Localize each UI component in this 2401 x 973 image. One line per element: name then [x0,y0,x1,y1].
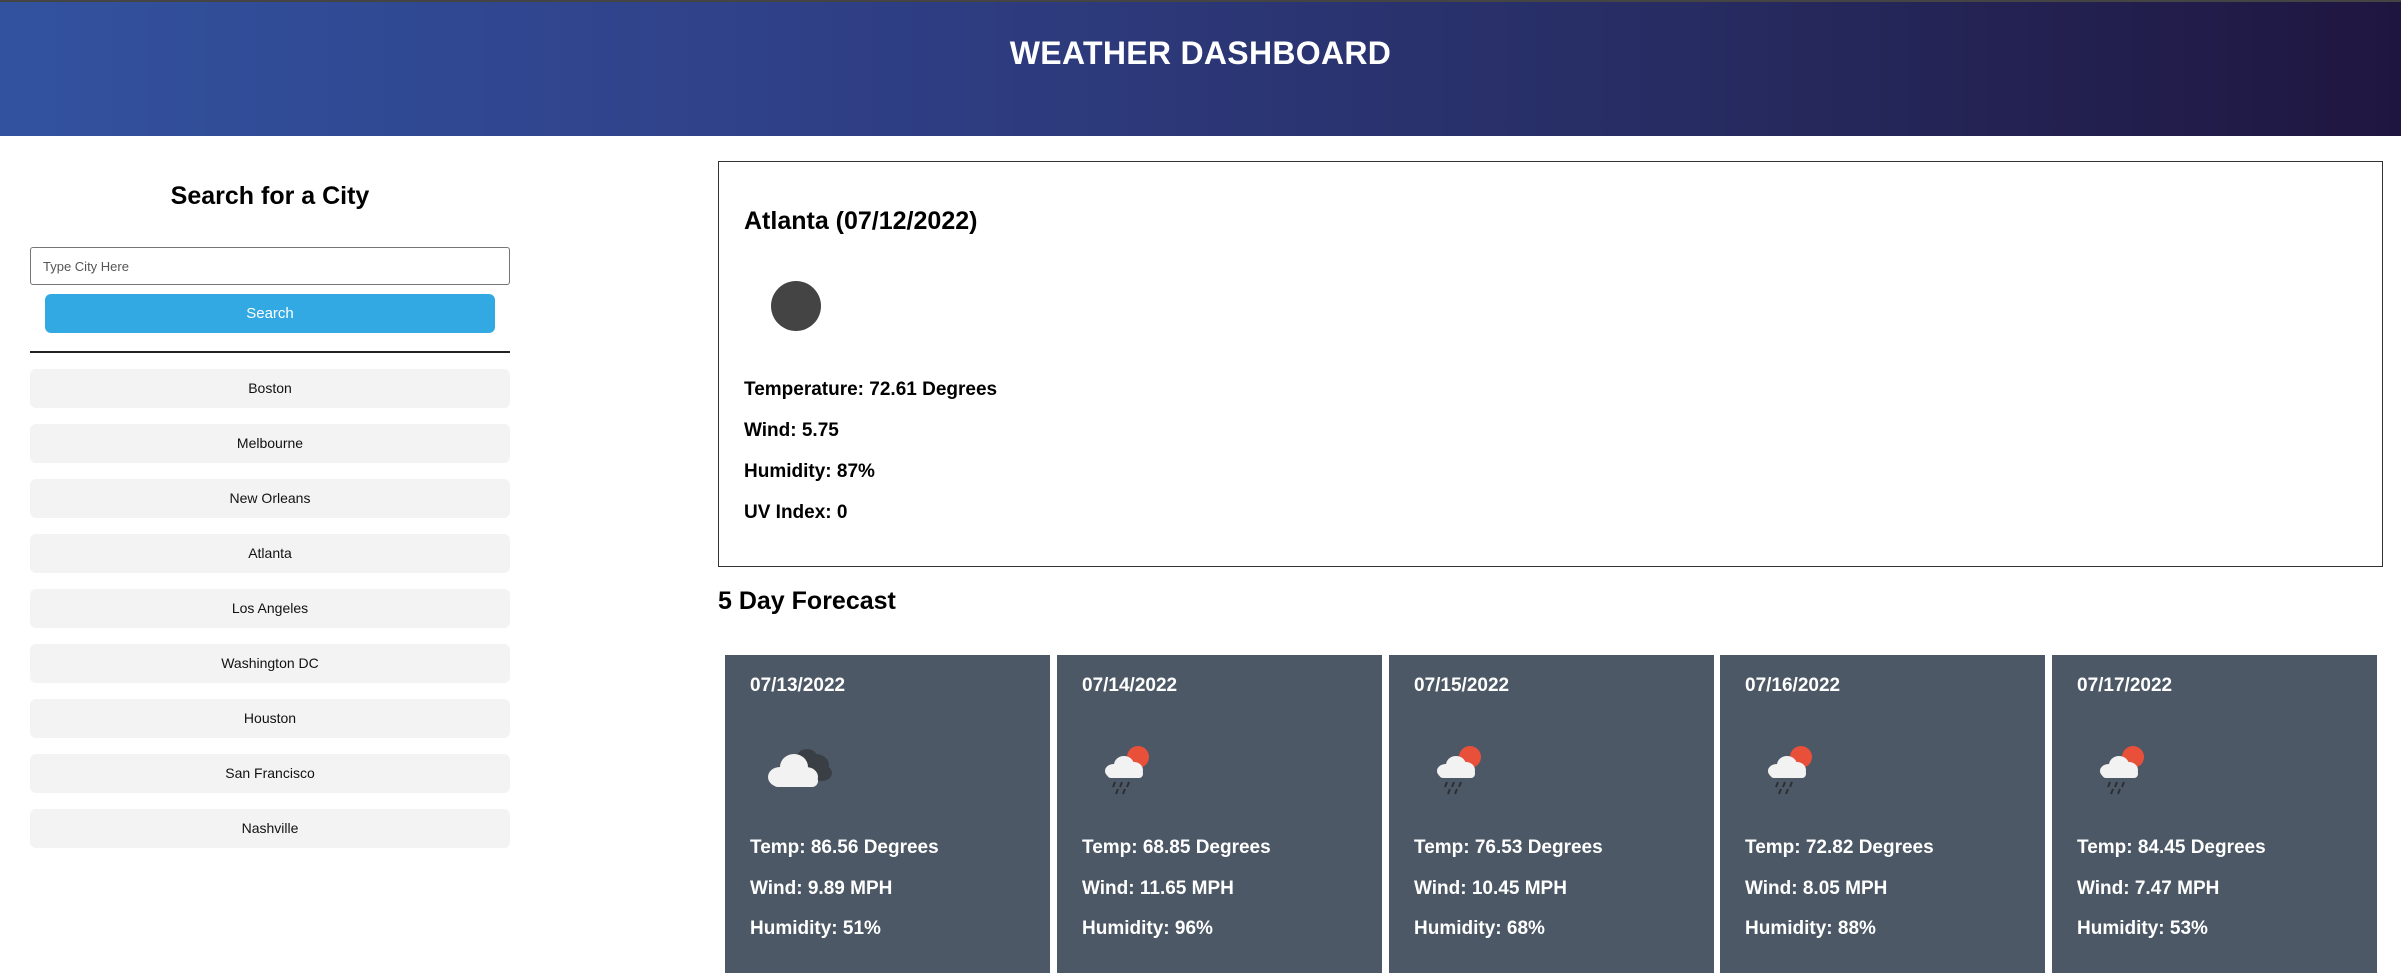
forecast-date: 07/13/2022 [750,675,846,696]
forecast-humidity: Humidity: 51% [750,918,881,939]
forecast-card: 07/17/2022 Temp: 84.45 Degrees Wind: 7.4… [2052,655,2377,973]
history-item-boston[interactable]: Boston [30,369,510,408]
current-weather-panel: Atlanta (07/12/2022) Temperature: 72.61 … [718,161,2383,567]
forecast-temp: Temp: 84.45 Degrees [2077,837,2266,858]
current-uv-index: UV Index: 0 [744,502,848,523]
forecast-card: 07/13/2022 Temp: 86.56 Degrees Wind: 9.8… [725,655,1050,973]
history-item-atlanta[interactable]: Atlanta [30,534,510,573]
page-title: WEATHER DASHBOARD [1009,35,1392,71]
history-item-san-francisco[interactable]: San Francisco [30,754,510,793]
current-city-title: Atlanta (07/12/2022) [744,207,978,235]
dark-circle-icon [771,281,821,331]
history-item-nashville[interactable]: Nashville [30,809,510,848]
current-temperature: Temperature: 72.61 Degrees [744,379,998,400]
forecast-humidity: Humidity: 96% [1082,918,1213,939]
forecast-humidity: Humidity: 88% [1745,918,1876,939]
forecast-humidity: Humidity: 68% [1414,918,1545,939]
forecast-title: 5 Day Forecast [718,587,896,615]
divider [30,351,510,353]
current-wind: Wind: 5.75 [744,420,839,441]
forecast-card: 07/16/2022 Temp: 72.82 Degrees Wind: 8.0… [1720,655,2045,973]
cloudy-icon [768,749,832,787]
rain-sun-icon [1105,746,1149,795]
history-item-washington-dc[interactable]: Washington DC [30,644,510,683]
forecast-date: 07/17/2022 [2077,675,2173,696]
forecast-wind: Wind: 9.89 MPH [750,878,893,899]
history-item-new-orleans[interactable]: New Orleans [30,479,510,518]
forecast-wind: Wind: 11.65 MPH [1082,878,1234,899]
rain-sun-icon [1768,746,1812,795]
forecast-date: 07/16/2022 [1745,675,1841,696]
forecast-card: 07/14/2022 Temp: 68.85 Degrees Wind: 11.… [1057,655,1382,973]
rain-sun-icon [2100,746,2144,795]
current-humidity: Humidity: 87% [744,461,875,482]
history-item-houston[interactable]: Houston [30,699,510,738]
forecast-temp: Temp: 76.53 Degrees [1414,837,1603,858]
city-search-input[interactable] [30,247,510,285]
forecast-date: 07/15/2022 [1414,675,1510,696]
forecast-date: 07/14/2022 [1082,675,1178,696]
rain-sun-icon [1437,746,1481,795]
search-button[interactable]: Search [45,294,495,333]
history-item-melbourne[interactable]: Melbourne [30,424,510,463]
forecast-temp: Temp: 68.85 Degrees [1082,837,1271,858]
app-header: WEATHER DASHBOARD [0,0,2401,136]
forecast-wind: Wind: 7.47 MPH [2077,878,2220,899]
forecast-temp: Temp: 86.56 Degrees [750,837,939,858]
forecast-humidity: Humidity: 53% [2077,918,2208,939]
history-item-los-angeles[interactable]: Los Angeles [30,589,510,628]
forecast-wind: Wind: 10.45 MPH [1414,878,1567,899]
forecast-temp: Temp: 72.82 Degrees [1745,837,1934,858]
forecast-card: 07/15/2022 Temp: 76.53 Degrees Wind: 10.… [1389,655,1714,973]
search-heading: Search for a City [170,182,370,210]
forecast-wind: Wind: 8.05 MPH [1745,878,1888,899]
